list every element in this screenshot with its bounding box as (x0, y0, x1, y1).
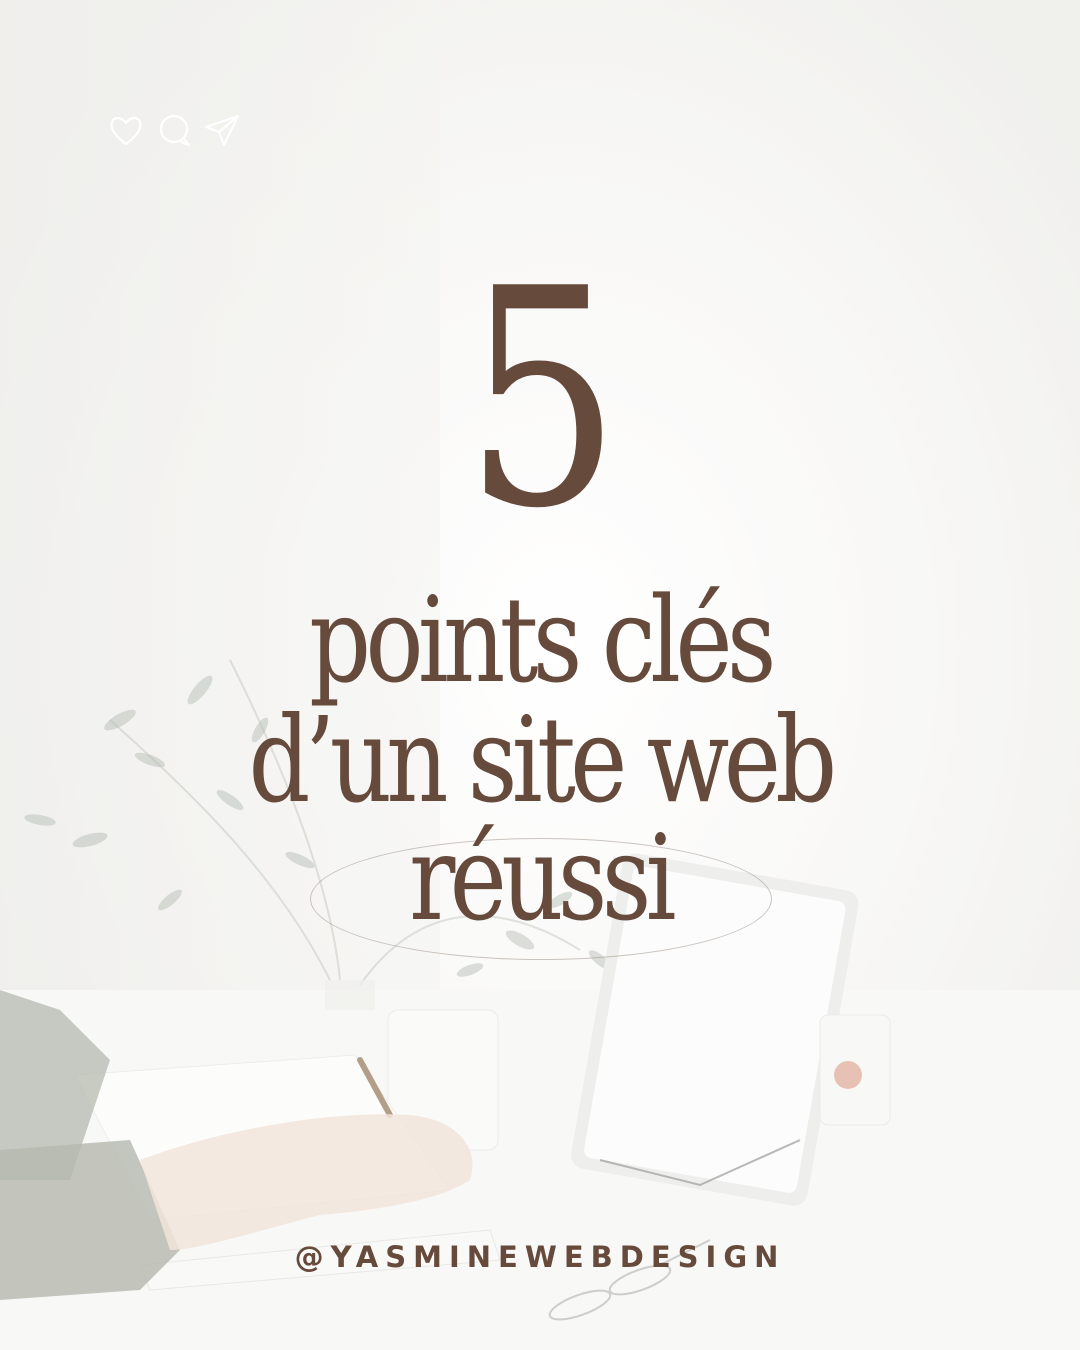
send-icon[interactable] (202, 112, 242, 148)
headline-line-1: points clés (309, 571, 776, 709)
headline-line-2: d’un site web (248, 691, 837, 829)
account-handle[interactable]: @YASMINEWEBDESIGN (0, 1240, 1080, 1274)
heart-icon[interactable] (106, 112, 146, 148)
headline-number: 5 (464, 225, 621, 574)
social-actions (106, 112, 242, 148)
post-canvas: 5 points clés d’un site web réussi @YASM… (0, 0, 1080, 1350)
headline-line-3: réussi (409, 809, 676, 947)
comment-icon[interactable] (154, 112, 194, 148)
